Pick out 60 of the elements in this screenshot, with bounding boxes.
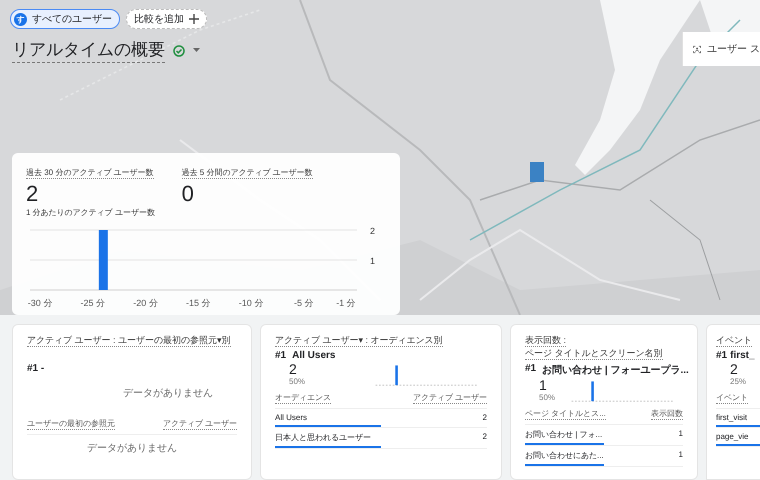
column-header[interactable]: イベント [716, 392, 748, 404]
plus-icon [189, 14, 199, 24]
metric-label: 過去 5 分間のアクティブ ユーザー数 [182, 167, 313, 179]
card-title: ページ タイトルとスクリーン名別 [525, 348, 663, 360]
top-value: 2 [730, 362, 739, 377]
table-cell: first_visit [716, 413, 748, 422]
table-cell: お問い合わせ | フォ... [525, 429, 602, 440]
table-cell: 2 [482, 432, 487, 443]
share-percent: 50% [289, 377, 306, 386]
axis-label: -1 分 [336, 298, 356, 308]
user-snapshot-button[interactable]: ユーザー ス [682, 32, 760, 66]
table-cell: page_vie [716, 432, 748, 441]
page-title: リアルタイムの概要 [12, 38, 165, 63]
table-cell: 2 [482, 413, 487, 422]
table-cell: 日本人と思われるユーザー [275, 432, 371, 443]
column-header[interactable]: アクティブ ユーザー [162, 418, 237, 430]
rank-label: #1 - [27, 363, 46, 374]
caret-icon[interactable] [193, 48, 200, 53]
column-header[interactable]: ページ タイトルとス... [525, 408, 606, 420]
card-title: アクティブ ユーザー : ユーザーの最初の参照元▾別 [27, 335, 231, 347]
card-title: 表示回数 : [525, 335, 566, 347]
empty-message: データがありません [123, 387, 213, 400]
top-item: All Users [292, 350, 336, 361]
column-header[interactable]: オーディエンス [275, 392, 331, 404]
metric-value: 0 [182, 181, 195, 207]
column-header[interactable]: ユーザーの最初の参照元 [27, 418, 115, 430]
metric-value: 2 [26, 181, 40, 207]
card-title: イベント [716, 335, 752, 347]
filter-chip[interactable]: す すべてのユーザー [10, 9, 120, 29]
axis-label: 1 [370, 256, 376, 266]
chart-title: 1 分あたりのアクティブ ユーザー数 [26, 207, 155, 218]
top-item: first_ [730, 350, 755, 361]
filter-chip[interactable]: 比較を追加 [126, 9, 207, 29]
chart-bar [98, 230, 108, 290]
card-title: アクティブ ユーザー▾ : オーディエンス別 [275, 335, 443, 347]
axis-label: -20 分 [133, 298, 158, 308]
top-value: 1 [539, 378, 548, 393]
axis-label: -25 分 [80, 298, 106, 308]
axis-label: 2 [370, 226, 376, 236]
top-item: お問い合わせ | フォーユープラ... [542, 363, 689, 377]
share-percent: 25% [730, 377, 746, 386]
column-header[interactable]: アクティブ ユーザー [412, 392, 487, 404]
rank-label: #1 [525, 363, 536, 376]
axis-label: -15 分 [186, 298, 211, 308]
table-cell: 1 [678, 450, 683, 461]
column-header[interactable]: 表示回数 [651, 408, 683, 420]
table-cell: 1 [678, 429, 683, 440]
share-percent: 50% [539, 393, 556, 402]
table-cell: お問い合わせにあた... [525, 450, 604, 461]
axis-label: -10 分 [238, 298, 264, 308]
axis-label: -30 分 [28, 298, 52, 308]
table-cell: All Users [275, 413, 308, 422]
axis-label: -5 分 [294, 298, 314, 308]
metric-label: 過去 30 分のアクティブ ユーザー数 [26, 167, 154, 179]
rank-label: #1 [716, 350, 728, 361]
segment-badge: す [14, 12, 27, 26]
top-value: 2 [289, 362, 298, 377]
check-circle-icon [173, 44, 185, 56]
empty-message: データがありません [87, 442, 177, 455]
rank-label: #1 [275, 350, 286, 361]
